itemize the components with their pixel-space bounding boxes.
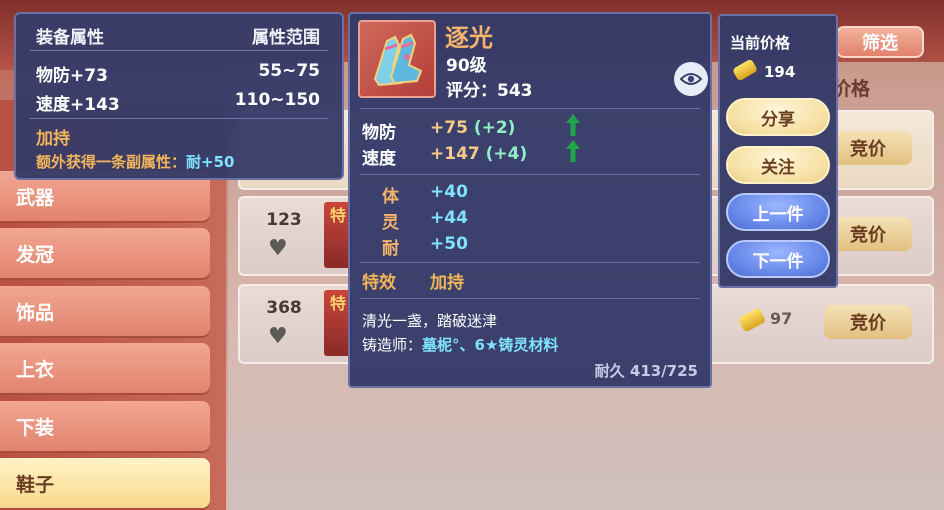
heart-icon[interactable]: ♥ xyxy=(268,324,288,349)
previous-item-button[interactable]: 上一件 xyxy=(726,193,830,231)
effect-value: 加持 xyxy=(430,273,464,293)
boots-icon xyxy=(358,20,436,98)
arrow-up-icon xyxy=(566,114,580,136)
listing-price: 97 xyxy=(770,309,793,328)
category-item-headwear[interactable]: 发冠 xyxy=(0,228,210,278)
main-stat-value: +147 (+4) xyxy=(430,144,528,164)
attr-header-label: 装备属性 xyxy=(36,28,104,48)
divider xyxy=(30,50,328,51)
item-description: 清光一盏，踏破迷津 xyxy=(362,312,498,330)
eye-icon[interactable] xyxy=(674,62,708,96)
main-stat-label: 速度 xyxy=(362,149,396,169)
item-name: 逐光 xyxy=(445,24,493,52)
smith-info: 铸造师：墓柅°、6★铸灵材料 xyxy=(362,336,559,354)
category-item-top[interactable]: 上衣 xyxy=(0,343,210,393)
divider xyxy=(360,298,700,299)
item-level: 90级 xyxy=(446,56,487,76)
main-stat-value: +75 (+2) xyxy=(430,118,516,138)
category-item-accessory[interactable]: 饰品 xyxy=(0,286,210,336)
sub-stat-value: +50 xyxy=(430,234,468,254)
attr-stat-label: 物防+73 xyxy=(36,66,108,86)
sub-stat-label: 体 xyxy=(382,187,399,207)
divider xyxy=(360,108,700,109)
sub-stat-value: +40 xyxy=(430,182,468,202)
price-action-panel: 当前价格 194 分享 关注 上一件 下一件 xyxy=(718,14,838,288)
next-item-button[interactable]: 下一件 xyxy=(726,240,830,278)
main-stat-label: 物防 xyxy=(362,123,396,143)
divider xyxy=(360,262,700,263)
follow-button[interactable]: 关注 xyxy=(726,146,830,184)
divider xyxy=(360,174,700,175)
durability: 耐久 413/725 xyxy=(594,362,698,380)
current-price-label: 当前价格 xyxy=(730,34,791,52)
bless-extra-text: 额外获得一条副属性：耐+50 xyxy=(36,153,235,171)
attr-range-header: 属性范围 xyxy=(252,28,320,48)
bless-title: 加持 xyxy=(36,129,70,149)
attr-stat-label: 速度+143 xyxy=(36,95,120,115)
filter-button[interactable]: 筛选 xyxy=(836,26,924,58)
bid-button[interactable]: 竞价 xyxy=(824,305,912,339)
attribute-range-popup: 装备属性 属性范围 物防+73 55~75 速度+143 110~150 加持 … xyxy=(14,12,344,180)
category-item-shoes[interactable]: 鞋子 xyxy=(0,458,210,508)
follow-count: 368 xyxy=(266,298,302,318)
item-score: 评分：543 xyxy=(446,81,533,101)
gold-ingot-icon xyxy=(731,58,759,82)
divider xyxy=(30,118,328,119)
gold-ingot-icon xyxy=(737,307,767,333)
attr-stat-range: 55~75 xyxy=(258,61,320,81)
follow-count: 123 xyxy=(266,210,302,230)
attr-stat-range: 110~150 xyxy=(234,90,320,110)
category-item-bottom[interactable]: 下装 xyxy=(0,401,210,451)
effect-label: 特效 xyxy=(362,273,396,293)
sub-stat-label: 灵 xyxy=(382,213,399,233)
arrow-up-icon xyxy=(566,140,580,162)
sub-stat-label: 耐 xyxy=(382,239,399,259)
sub-stat-value: +44 xyxy=(430,208,468,228)
share-button[interactable]: 分享 xyxy=(726,98,830,136)
item-detail-card: 逐光 90级 评分：543 物防 +75 (+2) 速度 +147 (+4) 体… xyxy=(348,12,712,388)
heart-icon[interactable]: ♥ xyxy=(268,236,288,261)
current-price-value: 194 xyxy=(764,63,796,81)
